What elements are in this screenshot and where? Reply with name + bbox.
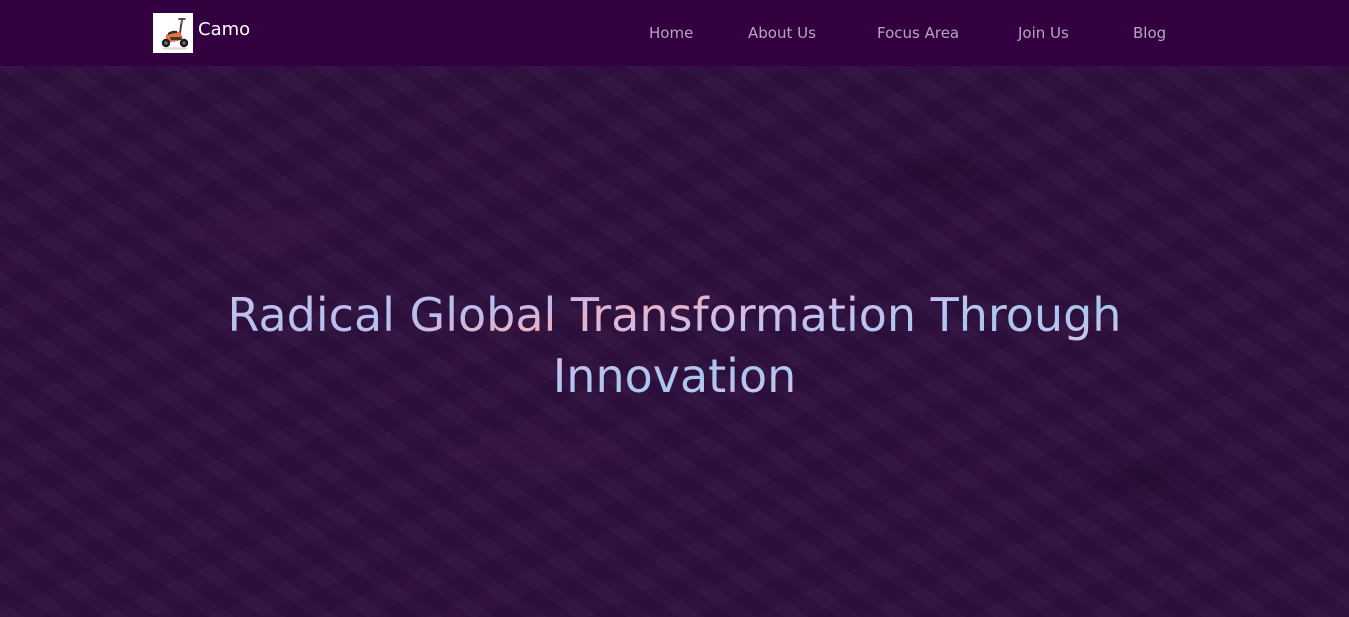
nav-link-about-us[interactable]: About Us <box>748 24 816 42</box>
hero-title: Radical Global Transformation Through In… <box>0 285 1349 407</box>
nav-link-home[interactable]: Home <box>649 24 693 42</box>
nav-link-blog[interactable]: Blog <box>1133 24 1166 42</box>
hero-title-line-2: Innovation <box>552 349 797 403</box>
hero-section: Radical Global Transformation Through In… <box>0 66 1349 617</box>
hero-title-line-1: Radical Global Transformation Through <box>227 288 1122 342</box>
nav-link-join-us[interactable]: Join Us <box>1018 24 1069 42</box>
nav-link-focus-area[interactable]: Focus Area <box>877 24 959 42</box>
navbar: Camo Home About Us Focus Area Join Us Bl… <box>0 0 1349 66</box>
main-nav: Home About Us Focus Area Join Us Blog <box>0 0 1349 66</box>
